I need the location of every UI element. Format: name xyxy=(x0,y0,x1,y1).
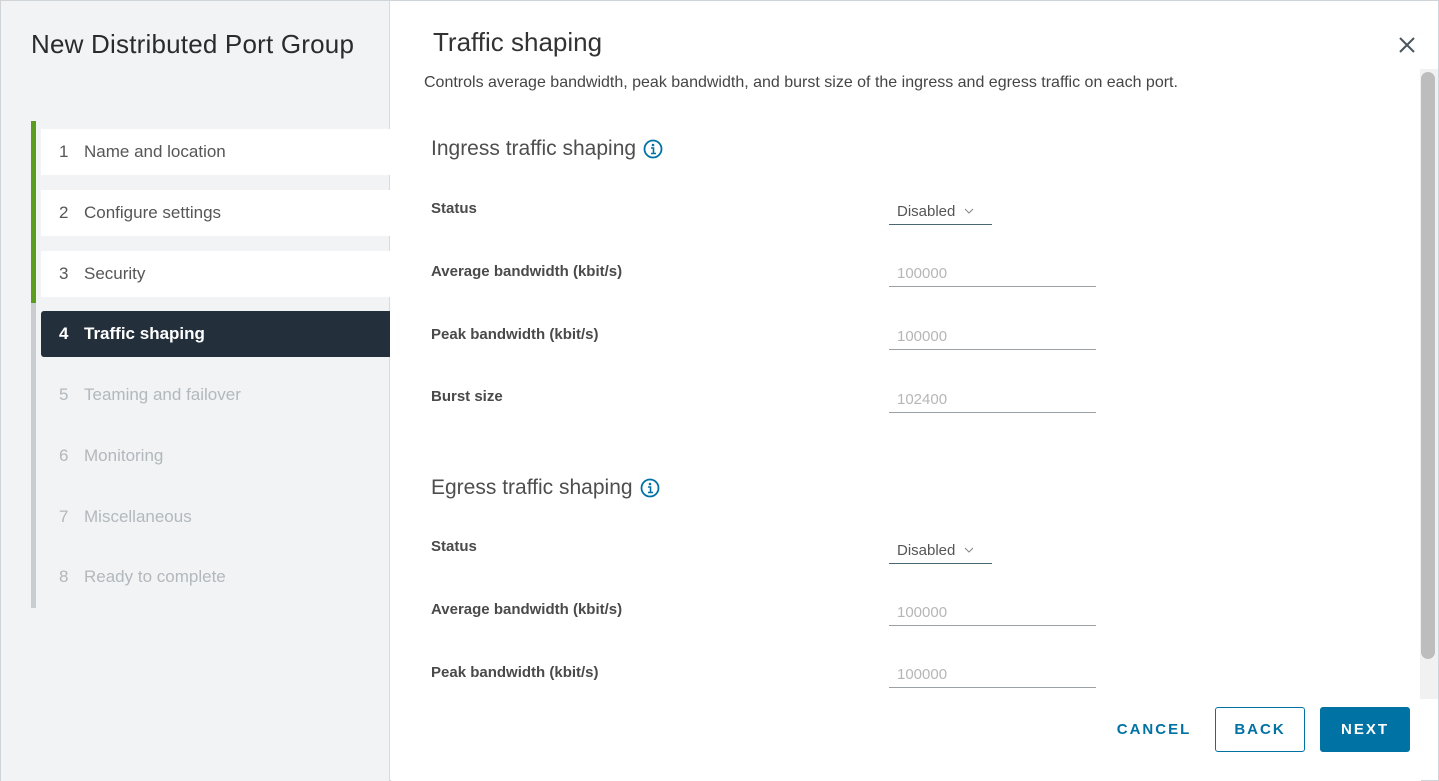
step-number: 1 xyxy=(59,142,69,161)
ingress-burst-size-input[interactable] xyxy=(889,386,1096,413)
step-progress-completed xyxy=(31,121,36,303)
back-button[interactable]: BACK xyxy=(1215,707,1305,752)
wizard-main: Traffic shaping Controls average bandwid… xyxy=(391,1,1439,781)
close-icon xyxy=(1399,37,1415,53)
wizard-title: New Distributed Port Group xyxy=(31,29,355,59)
step-label: Configure settings xyxy=(84,203,222,222)
ingress-peak-bandwidth-label: Peak bandwidth (kbit/s) xyxy=(431,326,599,343)
egress-status-select[interactable]: Disabled xyxy=(889,537,992,564)
wizard-dialog: New Distributed Port Group 1 Name and lo… xyxy=(0,0,1439,781)
step-label: Name and location xyxy=(84,142,226,161)
step-number: 5 xyxy=(59,385,69,404)
ingress-burst-size-label: Burst size xyxy=(431,388,503,405)
step-monitoring: 6 Monitoring xyxy=(41,433,390,479)
info-icon[interactable] xyxy=(643,139,663,159)
step-label: Security xyxy=(84,264,146,283)
step-name-and-location[interactable]: 1 Name and location xyxy=(41,129,390,175)
ingress-title-text: Ingress traffic shaping xyxy=(431,137,637,160)
ingress-status-label: Status xyxy=(431,200,477,217)
step-label: Miscellaneous xyxy=(84,507,192,526)
step-traffic-shaping[interactable]: 4 Traffic shaping xyxy=(41,311,390,357)
chevron-down-icon xyxy=(964,208,974,214)
ingress-status-value: Disabled xyxy=(897,202,956,220)
ingress-avg-bandwidth-label: Average bandwidth (kbit/s) xyxy=(431,263,623,280)
step-number: 6 xyxy=(59,446,69,465)
step-configure-settings[interactable]: 2 Configure settings xyxy=(41,190,390,236)
step-label: Ready to complete xyxy=(84,567,226,586)
chevron-down-icon xyxy=(964,547,974,553)
step-label: Traffic shaping xyxy=(84,324,205,343)
wizard-sidebar: New Distributed Port Group 1 Name and lo… xyxy=(1,1,390,781)
egress-avg-bandwidth-input[interactable] xyxy=(889,599,1096,626)
ingress-peak-bandwidth-input[interactable] xyxy=(889,323,1096,350)
step-number: 7 xyxy=(59,507,69,526)
step-number: 4 xyxy=(59,324,69,343)
egress-peak-bandwidth-input[interactable] xyxy=(889,661,1096,688)
step-number: 2 xyxy=(59,203,69,222)
step-label: Monitoring xyxy=(84,446,164,465)
step-miscellaneous: 7 Miscellaneous xyxy=(41,494,390,540)
egress-avg-bandwidth-label: Average bandwidth (kbit/s) xyxy=(431,601,623,618)
info-icon[interactable] xyxy=(640,478,660,498)
step-ready-to-complete: 8 Ready to complete xyxy=(41,554,390,600)
close-button[interactable] xyxy=(1395,33,1419,57)
step-label: Teaming and failover xyxy=(84,385,241,404)
scrollbar-thumb[interactable] xyxy=(1421,72,1435,659)
ingress-avg-bandwidth-input[interactable] xyxy=(889,260,1096,287)
step-number: 8 xyxy=(59,567,69,586)
egress-peak-bandwidth-label: Peak bandwidth (kbit/s) xyxy=(431,664,599,681)
ingress-section-title: Ingress traffic shaping xyxy=(431,137,663,161)
next-button[interactable]: NEXT xyxy=(1320,707,1410,752)
egress-status-value: Disabled xyxy=(897,541,956,559)
egress-status-label: Status xyxy=(431,538,477,555)
page-description: Controls average bandwidth, peak bandwid… xyxy=(424,74,1178,91)
egress-section-title: Egress traffic shaping xyxy=(431,476,660,500)
cancel-button[interactable]: CANCEL xyxy=(1107,707,1201,752)
page-title: Traffic shaping xyxy=(433,27,603,57)
step-security[interactable]: 3 Security xyxy=(41,251,390,297)
ingress-status-select[interactable]: Disabled xyxy=(889,198,992,225)
step-number: 3 xyxy=(59,264,69,283)
step-teaming-and-failover: 5 Teaming and failover xyxy=(41,372,390,418)
egress-title-text: Egress traffic shaping xyxy=(431,476,633,499)
